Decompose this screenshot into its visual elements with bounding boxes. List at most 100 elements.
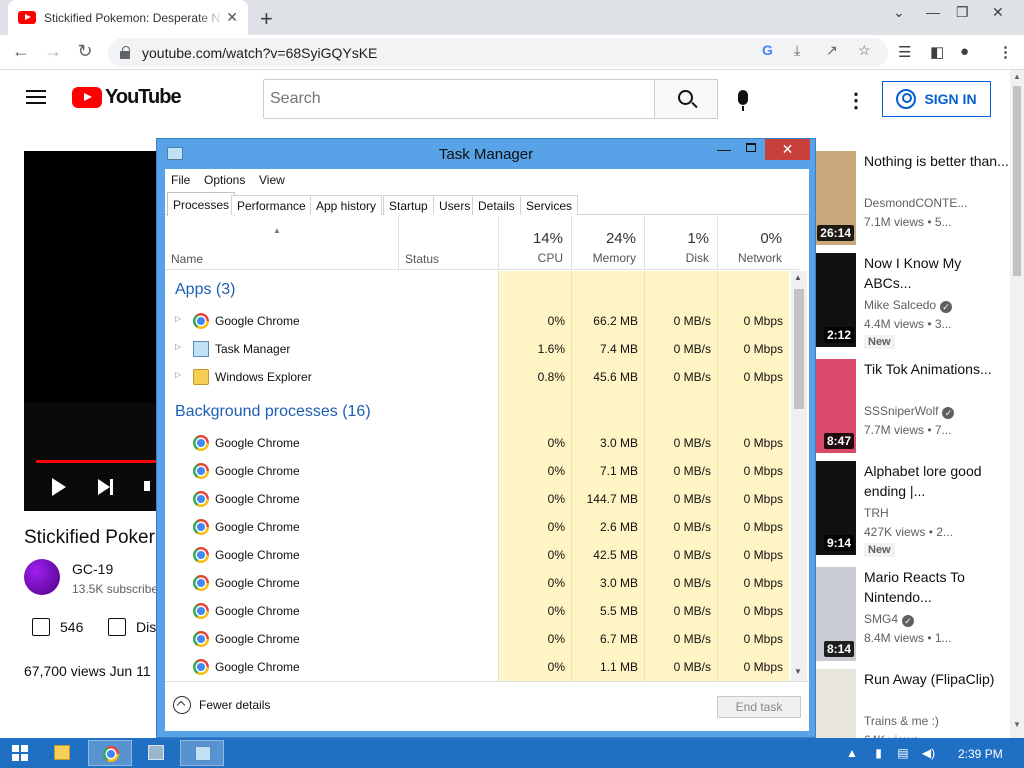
video-title[interactable]: Now I Know My ABCs... [864,253,1010,293]
sign-in-button[interactable]: SIGN IN [882,81,991,117]
window-minimize-button[interactable]: — [926,4,940,20]
google-translate-icon[interactable]: G [762,42,773,58]
process-row[interactable]: Google Chrome 0% 144.7 MB 0 MB/s 0 Mbps [165,485,789,513]
tab-processes[interactable]: Processes [167,192,236,216]
chrome-menu-icon[interactable]: ⋮ [998,43,1013,61]
apps-group-header[interactable]: Apps (3) [175,281,235,299]
menu-options[interactable]: Options [204,173,245,187]
task-manager-titlebar[interactable]: Task Manager — ✕ [157,139,815,169]
process-row[interactable]: Google Chrome 0% 6.7 MB 0 MB/s 0 Mbps [165,625,789,653]
bookmark-star-icon[interactable]: ☆ [858,42,871,59]
volume-icon[interactable] [144,481,150,491]
process-row[interactable]: ▷ Google Chrome 0% 66.2 MB 0 MB/s 0 Mbps [165,307,789,335]
taskbar-task-manager[interactable] [180,740,224,766]
process-list-scrollbar[interactable]: ▲ ▼ [791,271,807,681]
voice-search-mic-icon[interactable] [738,90,748,111]
process-row[interactable]: ▷ Windows Explorer 0.8% 45.6 MB 0 MB/s 0 Mbps [165,363,789,391]
video-title[interactable]: Tik Tok Animations... [864,359,1010,379]
window-restore-button[interactable]: ❐ [956,4,969,21]
tab-services[interactable]: Services [520,195,579,215]
tab-details[interactable]: Details [472,195,521,215]
taskbar-clock[interactable]: 2:39 PM [958,747,1003,761]
video-progress-bar[interactable] [36,460,164,463]
scroll-down-icon[interactable]: ▼ [1013,720,1021,729]
dislike-button[interactable]: Dis [108,618,156,636]
recommended-video[interactable]: 2:12 Now I Know My ABCs... Mike Salcedo ✓ 4.… [816,253,1010,353]
tm-close-button[interactable]: ✕ [765,139,810,160]
list-scrollbar-thumb[interactable] [794,289,804,409]
media-control-icon[interactable]: ☰ [898,43,911,61]
tab-close-icon[interactable]: ✕ [226,9,238,26]
scroll-up-icon[interactable]: ▲ [1013,72,1021,81]
video-player[interactable] [24,151,164,511]
tm-maximize-button[interactable] [746,143,756,152]
tab-performance[interactable]: Performance [231,195,312,215]
recommended-video[interactable]: 8:47 Tik Tok Animations... SSSniperWolf ✓ 7.… [816,359,1010,459]
page-scrollbar[interactable]: ▲ ▼ [1010,70,1024,738]
video-thumbnail[interactable]: 2:12 [816,253,856,347]
tab-users[interactable]: Users [433,195,477,215]
process-row[interactable]: Google Chrome 0% 1.1 MB 0 MB/s 0 Mbps [165,653,789,681]
taskbar-file-explorer[interactable] [40,740,84,766]
youtube-logo[interactable]: YouTube [72,86,182,109]
video-thumbnail[interactable] [816,669,856,741]
new-tab-button[interactable]: + [260,6,273,32]
video-title[interactable]: Run Away (FlipaClip) [864,669,1010,689]
list-scroll-up-icon[interactable]: ▲ [794,273,802,282]
end-task-button[interactable]: End task [717,696,801,718]
system-tray[interactable]: ▲ ▮ ▤ ◀) [846,746,935,760]
process-row[interactable]: Google Chrome 0% 5.5 MB 0 MB/s 0 Mbps [165,597,789,625]
search-input[interactable] [263,79,655,119]
channel-avatar[interactable] [24,559,60,595]
share-icon[interactable]: ↗ [826,42,838,59]
recommended-video[interactable]: 26:14 Nothing is better than... DesmondCON… [816,151,1010,251]
settings-more-icon[interactable]: ⋮ [846,88,866,113]
video-thumbnail[interactable]: 8:47 [816,359,856,453]
column-disk[interactable]: 1% Disk [644,216,717,270]
search-button[interactable] [654,79,718,119]
tab-app-history[interactable]: App history [310,195,383,215]
browser-tab[interactable]: Stickified Pokemon: Desperate N ✕ [8,0,248,35]
process-row[interactable]: Google Chrome 0% 2.6 MB 0 MB/s 0 Mbps [165,513,789,541]
network-icon[interactable]: ▤ [897,746,908,760]
side-panel-icon[interactable]: ◧ [930,43,944,61]
forward-button[interactable]: → [42,41,64,62]
recommended-video[interactable]: 9:14 Alphabet lore good ending |... TRH 427… [816,461,1010,561]
video-title[interactable]: Mario Reacts To Nintendo... [864,567,1010,607]
reload-button[interactable]: ↻ [74,41,96,62]
install-app-icon[interactable]: ⤓ [794,42,800,59]
video-title[interactable]: Nothing is better than... [864,151,1010,171]
menu-file[interactable]: File [171,173,190,187]
expand-arrow-icon[interactable]: ▷ [175,314,181,323]
column-name[interactable]: Name [171,252,203,266]
expand-arrow-icon[interactable]: ▷ [175,370,181,379]
list-scroll-down-icon[interactable]: ▼ [794,667,802,676]
tab-search-icon[interactable]: ⌄ [893,4,905,21]
tab-startup[interactable]: Startup [383,195,434,215]
back-button[interactable]: ← [10,41,32,62]
like-button[interactable]: 546 [32,618,83,636]
channel-name[interactable]: GC-19 [72,561,113,577]
process-row[interactable]: Google Chrome 0% 3.0 MB 0 MB/s 0 Mbps [165,429,789,457]
column-network[interactable]: 0% Network [717,216,790,270]
recommended-video[interactable]: 8:14 Mario Reacts To Nintendo... SMG4 ✓ 8.4M… [816,567,1010,667]
recommended-video[interactable]: Run Away (FlipaClip) Trains & me :) 64K vi… [816,669,1010,741]
menu-hamburger-icon[interactable] [26,90,46,104]
background-processes-group-header[interactable]: Background processes (16) [175,403,371,421]
video-thumbnail[interactable]: 8:14 [816,567,856,661]
column-status-header[interactable]: Status [398,216,498,270]
window-close-button[interactable]: ✕ [992,4,1004,21]
windows-start-icon[interactable] [12,745,28,761]
profile-icon[interactable]: ● [960,43,969,60]
show-hidden-icons-icon[interactable]: ▲ [846,746,858,760]
tm-minimize-button[interactable]: — [717,141,731,157]
column-memory[interactable]: 24% Memory [571,216,644,270]
process-row[interactable]: Google Chrome 0% 7.1 MB 0 MB/s 0 Mbps [165,457,789,485]
page-scrollbar-thumb[interactable] [1013,86,1021,276]
video-thumbnail[interactable]: 9:14 [816,461,856,555]
menu-view[interactable]: View [259,173,285,187]
play-icon[interactable] [52,478,66,496]
taskbar-remote-desktop[interactable] [134,740,178,766]
process-row[interactable]: Google Chrome 0% 3.0 MB 0 MB/s 0 Mbps [165,569,789,597]
video-thumbnail[interactable]: 26:14 [816,151,856,245]
